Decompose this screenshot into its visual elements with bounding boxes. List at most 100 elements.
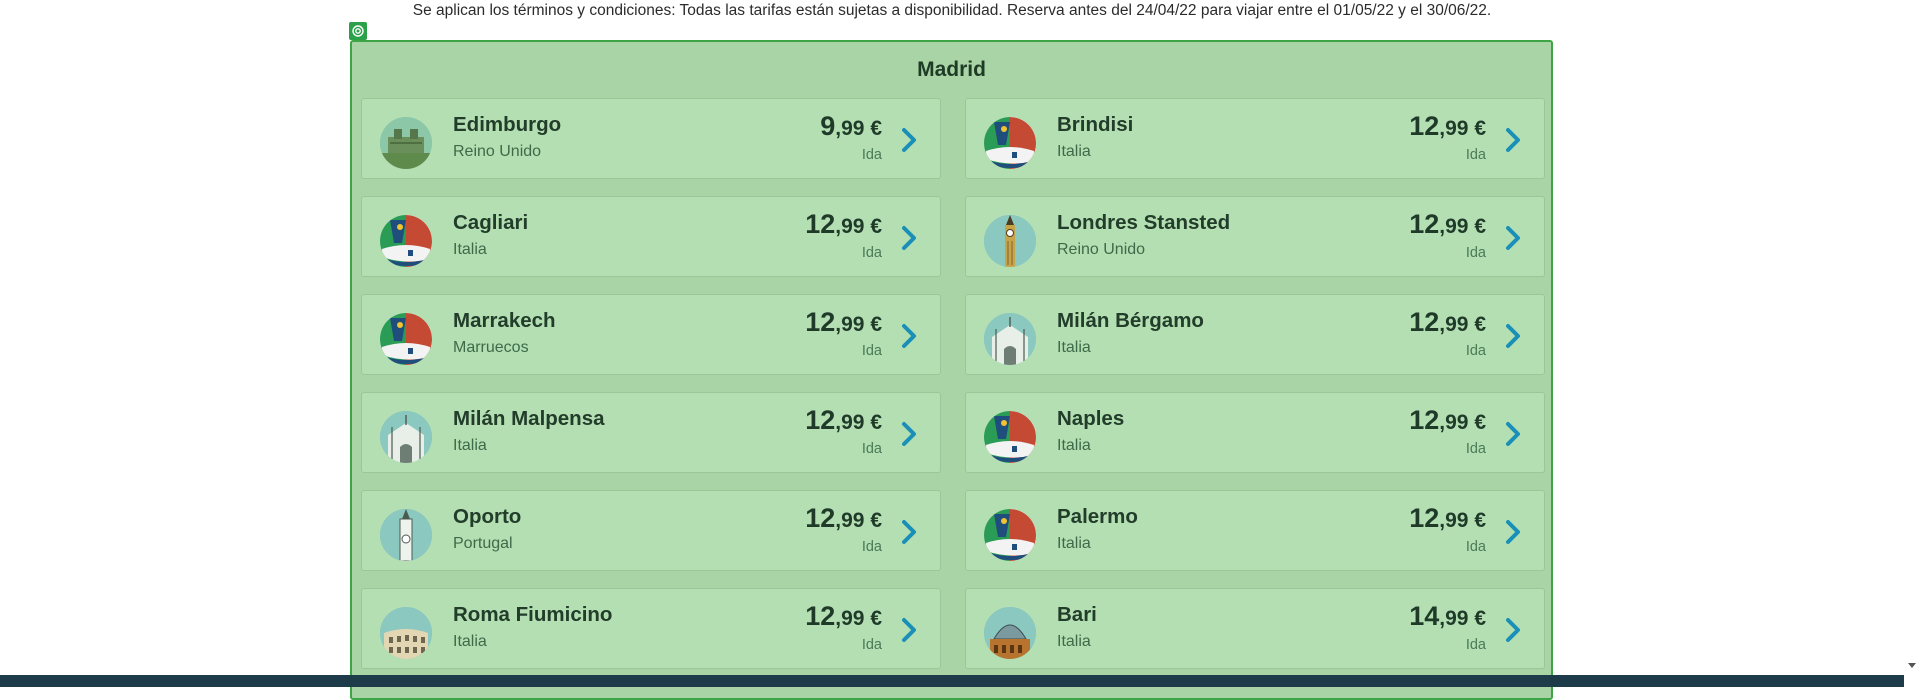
trip-direction: Ida: [1465, 441, 1486, 457]
price-currency: €: [864, 313, 882, 336]
price-currency: €: [864, 215, 882, 238]
price-integer: 12: [1409, 503, 1440, 533]
destination-country: Italia: [1057, 339, 1091, 356]
destination-price: 12,99 €: [805, 307, 882, 338]
trip-direction: Ida: [861, 539, 882, 555]
destination-card[interactable]: Edimburgo Reino Unido 9,99 € Ida: [361, 98, 941, 179]
chevron-right-icon[interactable]: [1504, 224, 1524, 252]
destination-price: 12,99 €: [1409, 503, 1486, 534]
chevron-right-icon[interactable]: [1504, 518, 1524, 546]
destination-price: 14,99 €: [1409, 601, 1486, 632]
destination-card[interactable]: Londres Stansted Reino Unido 12,99 € Ida: [965, 196, 1545, 277]
destination-city: Marrakech: [453, 309, 556, 332]
price-integer: 12: [805, 601, 836, 631]
destination-card[interactable]: Milán Malpensa Italia 12,99 € Ida: [361, 392, 941, 473]
chevron-right-icon[interactable]: [1504, 322, 1524, 350]
airplane-tail-icon: [380, 215, 432, 267]
scroll-down-arrow-icon[interactable]: [1908, 663, 1916, 668]
target-icon[interactable]: [349, 22, 367, 40]
trip-direction: Ida: [861, 441, 882, 457]
chevron-right-icon[interactable]: [1504, 420, 1524, 448]
destination-country: Italia: [1057, 633, 1091, 650]
chevron-right-icon[interactable]: [900, 616, 920, 644]
destination-city: Milán Bérgamo: [1057, 309, 1204, 332]
chevron-right-icon[interactable]: [1504, 616, 1524, 644]
destination-country: Italia: [1057, 437, 1091, 454]
price-decimal: ,99: [835, 411, 865, 434]
destination-price: 12,99 €: [1409, 209, 1486, 240]
price-decimal: ,99: [1439, 607, 1469, 630]
price-integer: 12: [1409, 209, 1440, 239]
destination-price: 12,99 €: [1409, 405, 1486, 436]
colosseum-icon: [380, 607, 432, 659]
destination-country: Reino Unido: [453, 143, 542, 160]
destination-country: Reino Unido: [1057, 241, 1146, 258]
destination-city: Roma Fiumicino: [453, 603, 613, 626]
price-decimal: ,99: [835, 607, 865, 630]
destination-price: 12,99 €: [805, 601, 882, 632]
destination-card[interactable]: Bari Italia 14,99 € Ida: [965, 588, 1545, 669]
trip-direction: Ida: [861, 343, 882, 359]
trip-direction: Ida: [1465, 245, 1486, 261]
price-integer: 14: [1409, 601, 1440, 631]
destination-country: Italia: [453, 633, 487, 650]
airplane-tail-icon: [984, 509, 1036, 561]
airplane-tail-icon: [380, 313, 432, 365]
price-decimal: ,99: [1439, 411, 1469, 434]
price-currency: €: [1468, 509, 1486, 532]
price-integer: 12: [1409, 111, 1440, 141]
origin-title: Madrid: [917, 58, 986, 81]
destination-card[interactable]: Roma Fiumicino Italia 12,99 € Ida: [361, 588, 941, 669]
destination-country: Italia: [453, 437, 487, 454]
airplane-tail-icon: [984, 411, 1036, 463]
price-decimal: ,99: [1439, 117, 1469, 140]
destination-country: Italia: [453, 241, 487, 258]
chevron-right-icon[interactable]: [900, 126, 920, 154]
terms-notice: Se aplican los términos y condiciones: T…: [412, 2, 1492, 19]
chevron-right-icon[interactable]: [900, 518, 920, 546]
destination-card[interactable]: Milán Bérgamo Italia 12,99 € Ida: [965, 294, 1545, 375]
destination-card[interactable]: Marrakech Marruecos 12,99 € Ida: [361, 294, 941, 375]
chevron-right-icon[interactable]: [900, 224, 920, 252]
bottom-bar: [0, 675, 1904, 687]
trip-direction: Ida: [861, 637, 882, 653]
destination-city: Milán Malpensa: [453, 407, 605, 430]
destination-price: 12,99 €: [1409, 307, 1486, 338]
castle-icon: [380, 117, 432, 169]
destination-country: Italia: [1057, 535, 1091, 552]
price-integer: 12: [805, 307, 836, 337]
scrollbar[interactable]: [1904, 0, 1920, 687]
dome-icon: [984, 607, 1036, 659]
destination-city: Palermo: [1057, 505, 1138, 528]
destination-card[interactable]: Cagliari Italia 12,99 € Ida: [361, 196, 941, 277]
destination-card[interactable]: Oporto Portugal 12,99 € Ida: [361, 490, 941, 571]
destination-city: Edimburgo: [453, 113, 562, 136]
price-integer: 12: [805, 503, 836, 533]
big-ben-icon: [984, 215, 1036, 267]
chevron-right-icon[interactable]: [900, 420, 920, 448]
price-integer: 12: [805, 405, 836, 435]
trip-direction: Ida: [1465, 637, 1486, 653]
destination-country: Marruecos: [453, 339, 529, 356]
destination-city: Bari: [1057, 603, 1097, 626]
price-currency: €: [864, 411, 882, 434]
destination-card[interactable]: Brindisi Italia 12,99 € Ida: [965, 98, 1545, 179]
destination-card[interactable]: Palermo Italia 12,99 € Ida: [965, 490, 1545, 571]
chevron-right-icon[interactable]: [900, 322, 920, 350]
destination-card[interactable]: Naples Italia 12,99 € Ida: [965, 392, 1545, 473]
destination-city: Cagliari: [453, 211, 529, 234]
destination-price: 9,99 €: [820, 111, 882, 142]
price-integer: 12: [805, 209, 836, 239]
destination-country: Portugal: [453, 535, 513, 552]
trip-direction: Ida: [861, 245, 882, 261]
cathedral-icon: [380, 411, 432, 463]
price-currency: €: [1468, 215, 1486, 238]
clock-tower-icon: [380, 509, 432, 561]
price-currency: €: [864, 509, 882, 532]
price-integer: 12: [1409, 405, 1440, 435]
destination-city: Brindisi: [1057, 113, 1134, 136]
chevron-right-icon[interactable]: [1504, 126, 1524, 154]
destination-price: 12,99 €: [805, 209, 882, 240]
price-integer: 9: [820, 111, 836, 141]
price-decimal: ,99: [835, 117, 865, 140]
